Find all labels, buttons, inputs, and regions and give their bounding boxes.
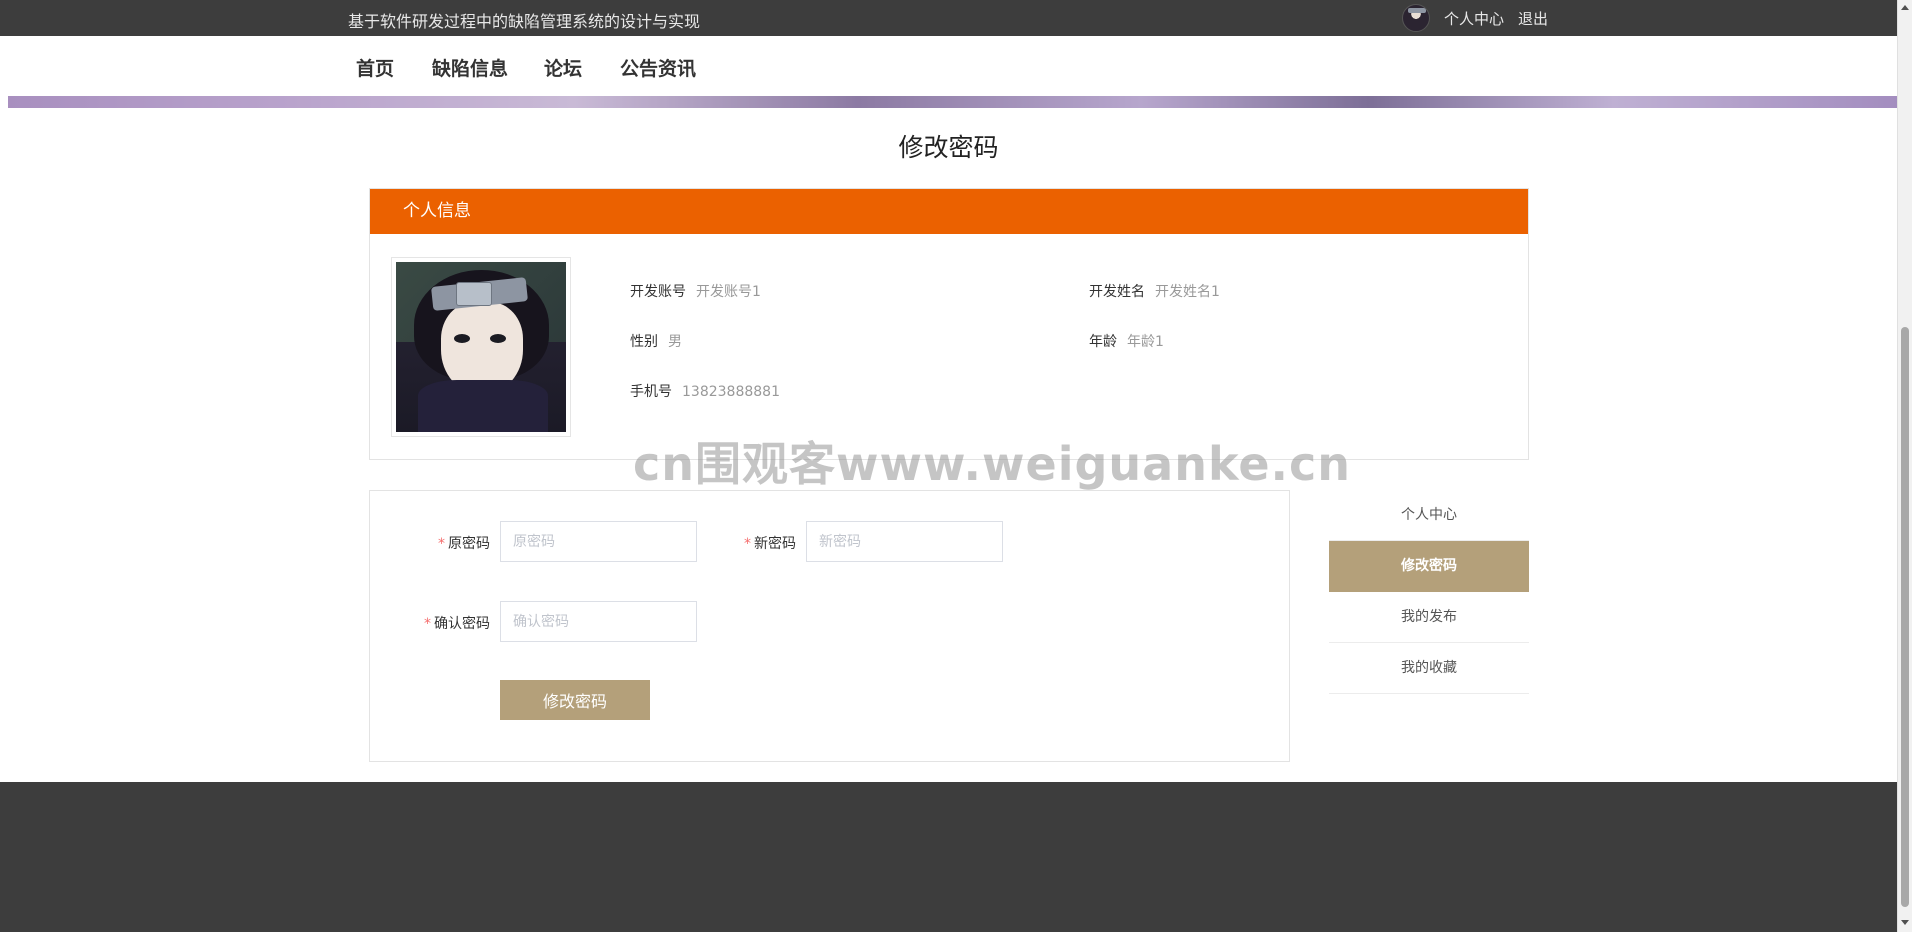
page-footer [0,782,1897,932]
field-name: 开发姓名 开发姓名1 [1089,281,1220,301]
profile-card: 个人信息 开发账号 开发账号1 开发姓名 开发姓名1 性别男 年龄 年龄1 手机号 13… [369,188,1529,460]
page-title: 修改密码 [898,133,999,162]
banner-image [8,96,1897,108]
old-password-label: * 原密码 [390,533,490,553]
old-password-input[interactable] [500,521,697,562]
profile-photo-image [396,262,566,432]
old-password-label-text: 原密码 [448,536,490,552]
account-value: 开发账号1 [696,284,761,300]
name-label: 开发姓名 [1089,284,1145,300]
nav-item-defects[interactable]: 缺陷信息 [432,54,508,81]
profile-photo [391,257,571,437]
logout-link[interactable]: 退出 [1518,8,1548,29]
field-phone: 手机号 13823888881 [630,381,780,401]
gender-value: 男 [668,334,682,350]
side-item-my-favorites[interactable]: 我的收藏 [1329,643,1529,694]
side-menu: 个人中心 修改密码 我的发布 我的收藏 [1329,490,1529,694]
scroll-down-arrow-icon[interactable] [1901,920,1909,925]
nav-item-home[interactable]: 首页 [356,54,394,81]
user-area: 个人中心 退出 [1402,4,1548,32]
side-item-my-posts[interactable]: 我的发布 [1329,592,1529,643]
phone-value: 13823888881 [682,384,780,400]
required-mark: * [424,616,431,632]
profile-card-header: 个人信息 [370,189,1528,234]
field-account: 开发账号 开发账号1 [630,281,761,301]
scrollbar-thumb[interactable] [1901,327,1909,907]
confirm-password-label: * 确认密码 [390,613,490,633]
user-center-link[interactable]: 个人中心 [1444,8,1504,29]
confirm-password-label-text: 确认密码 [434,616,490,632]
main-nav: 首页 缺陷信息 论坛 公告资讯 [0,36,1897,96]
user-avatar[interactable] [1402,4,1430,32]
new-password-input[interactable] [806,521,1003,562]
watermark: cn围观客www.weiguanke.cn [633,437,1352,491]
required-mark: * [744,536,751,552]
vertical-scrollbar[interactable] [1897,0,1912,932]
site-title: 基于软件研发过程中的缺陷管理系统的设计与实现 [348,12,701,31]
field-gender: 性别男 [630,331,682,351]
side-item-change-password[interactable]: 修改密码 [1329,541,1529,592]
new-password-label-text: 新密码 [754,536,796,552]
gender-label: 性别 [630,334,658,350]
top-bar: 基于软件研发过程中的缺陷管理系统的设计与实现 个人中心 退出 [0,0,1897,36]
nav-item-forum[interactable]: 论坛 [544,54,582,81]
change-password-button[interactable]: 修改密码 [500,680,650,720]
age-label: 年龄 [1089,334,1117,350]
phone-label: 手机号 [630,384,672,400]
scroll-up-arrow-icon[interactable] [1901,5,1909,10]
account-label: 开发账号 [630,284,686,300]
name-value: 开发姓名1 [1155,284,1220,300]
confirm-password-input[interactable] [500,601,697,642]
password-form: * 原密码 * 新密码 * 确认密码 修改密码 [369,490,1290,762]
nav-item-announcements[interactable]: 公告资讯 [620,54,696,81]
required-mark: * [438,536,445,552]
new-password-label: * 新密码 [696,533,796,553]
age-value: 年龄1 [1127,334,1164,350]
side-item-user-center[interactable]: 个人中心 [1329,490,1529,541]
field-age: 年龄 年龄1 [1089,331,1164,351]
